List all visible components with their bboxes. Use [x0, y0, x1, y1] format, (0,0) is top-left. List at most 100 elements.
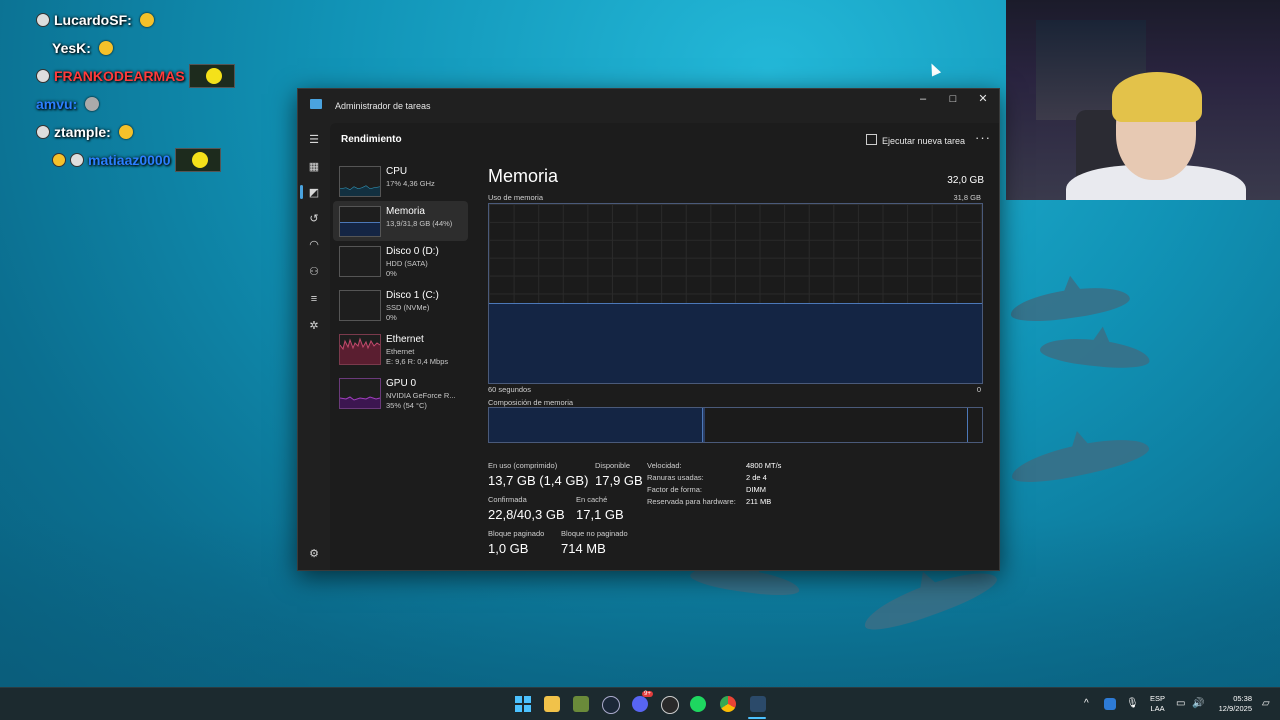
spec-hw-reserved-label: Reservada para hardware: [647, 497, 736, 506]
active-app-indicator [748, 717, 766, 719]
composition-in-use [489, 408, 703, 442]
maximize-button[interactable]: □ [938, 89, 968, 109]
chrome-icon[interactable] [720, 696, 736, 712]
discord-badge: 9+ [642, 691, 653, 697]
perf-item-disk0[interactable]: Disco 0 (D:) HDD (SATA) 0% [333, 241, 468, 281]
perf-item-detail: NVIDIA GeForce R... 35% (54 °C) [386, 391, 456, 410]
memory-usage-graph [488, 203, 983, 384]
memory-composition-bar [488, 407, 983, 443]
memory-total: 32,0 GB [947, 175, 984, 186]
cpu-thumbnail-graph [339, 166, 381, 197]
disk0-thumbnail-graph [339, 246, 381, 277]
emote-icon [98, 41, 113, 55]
user-badge-icon [36, 42, 48, 54]
microphone-icon[interactable]: 🎙 [1126, 688, 1139, 720]
perf-item-detail: 13,9/31,8 GB (44%) [386, 219, 453, 228]
perf-item-gpu[interactable]: GPU 0 NVIDIA GeForce R... 35% (54 °C) [333, 373, 468, 413]
graph-time-label: 60 segundos [488, 385, 531, 394]
run-new-task-button[interactable]: Ejecutar nueva tarea [866, 134, 965, 146]
perf-item-ethernet[interactable]: Ethernet Ethernet E: 9,6 R: 0,4 Mbps [333, 329, 468, 369]
graph-time-end: 0 [976, 385, 981, 394]
chat-message: ztample: [36, 118, 235, 146]
language-indicator[interactable]: ESP LAA [1150, 694, 1165, 714]
user-badge-icon [70, 153, 84, 167]
emote-icon [118, 125, 133, 139]
close-button[interactable]: ✕ [968, 89, 998, 109]
run-new-task-label: Ejecutar nueva tarea [882, 136, 966, 146]
gpu-thumbnail-graph [339, 378, 381, 409]
perf-item-name: Disco 0 (D:) [386, 246, 439, 257]
stat-committed: Confirmada 22,8/40,3 GB [488, 495, 565, 522]
perf-item-disk1[interactable]: Disco 1 (C:) SSD (NVMe) 0% [333, 285, 468, 325]
perf-item-cpu[interactable]: CPU 17% 4,36 GHz [333, 161, 468, 201]
chat-username: amvu: [36, 96, 78, 112]
file-explorer-icon[interactable] [544, 696, 560, 712]
startup-icon[interactable]: ◠ [306, 237, 322, 253]
more-options-button[interactable]: ··· [975, 130, 991, 145]
network-icon[interactable]: ▭ [1176, 688, 1185, 720]
perf-item-detail: 17% 4,36 GHz [386, 179, 435, 188]
composition-modified [703, 408, 705, 442]
menu-icon[interactable]: ☰ [306, 132, 322, 148]
user-badge-icon [52, 153, 66, 167]
chat-username: FRANKODEARMAS [54, 68, 185, 84]
chat-message: YesK: [36, 34, 235, 62]
settings-icon[interactable]: ⚙ [306, 546, 322, 562]
emote-icon [139, 13, 154, 27]
run-task-icon [866, 134, 877, 145]
windows-start-icon[interactable] [515, 696, 531, 712]
details-icon[interactable]: ≡ [306, 291, 322, 307]
discord-icon[interactable]: 9+ [632, 691, 653, 712]
minimize-button[interactable]: – [908, 89, 938, 109]
webcam-overlay [1006, 0, 1280, 200]
perf-item-detail: HDD (SATA) 0% [386, 259, 428, 278]
task-manager-app-icon [310, 99, 322, 109]
perf-item-name: CPU [386, 166, 408, 177]
obs-icon[interactable] [661, 696, 679, 714]
chat-message: matiaaz0000 [36, 146, 235, 174]
perf-item-memory[interactable]: Memoria 13,9/31,8 GB (44%) [333, 201, 468, 241]
spec-speed-label: Velocidad: [647, 461, 682, 470]
chat-message: amvu: [36, 90, 235, 118]
performance-icon[interactable]: ◩ [306, 185, 322, 201]
window-title: Administrador de tareas [335, 101, 431, 111]
steam-icon[interactable] [602, 696, 620, 714]
ethernet-thumbnail-graph [339, 334, 381, 365]
stat-cached: En caché 17,1 GB [576, 495, 624, 522]
chat-username: ztample: [54, 124, 111, 140]
perf-item-detail: SSD (NVMe) 0% [386, 303, 430, 322]
history-icon[interactable]: ↺ [306, 211, 322, 227]
spec-form-factor-label: Factor de forma: [647, 485, 703, 494]
stat-in-use: En uso (comprimido) 13,7 GB (1,4 GB) [488, 461, 589, 488]
title-bar[interactable]: Administrador de tareas – □ ✕ [298, 89, 999, 123]
perf-item-name: GPU 0 [386, 378, 417, 389]
users-icon[interactable]: ⚇ [306, 264, 322, 280]
clock[interactable]: 05:38 12/9/2025 [1214, 694, 1252, 714]
spec-form-factor-value: DIMM [746, 485, 766, 494]
memory-composition-label: Composición de memoria [488, 398, 574, 407]
task-manager-icon[interactable] [750, 696, 766, 712]
spec-hw-reserved-value: 211 MB [746, 497, 772, 506]
minecraft-icon[interactable] [573, 696, 589, 712]
memory-usage-max: 31,8 GB [953, 193, 981, 202]
mouse-cursor-icon [926, 61, 942, 77]
spec-slots-label: Ranuras usadas: [647, 473, 704, 482]
emote-icon [85, 97, 100, 111]
volume-icon[interactable]: 🔊 [1192, 688, 1204, 720]
disk1-thumbnail-graph [339, 290, 381, 321]
chat-username: YesK: [52, 40, 91, 56]
security-icon[interactable] [1104, 698, 1116, 710]
user-badge-icon [36, 125, 50, 139]
notifications-icon[interactable]: ▱ [1262, 688, 1270, 720]
chat-username: matiaaz0000 [88, 152, 171, 168]
services-icon[interactable]: ✲ [306, 318, 322, 334]
processes-icon[interactable]: ▦ [306, 159, 322, 175]
perf-item-name: Disco 1 (C:) [386, 290, 439, 301]
stat-paged-pool: Bloque paginado 1,0 GB [488, 529, 545, 556]
spotify-icon[interactable] [690, 696, 706, 712]
content-pane: Rendimiento Ejecutar nueva tarea ··· CPU… [330, 123, 999, 570]
tray-overflow-button[interactable]: ^ [1084, 688, 1089, 720]
emote-icon [188, 64, 235, 88]
perf-item-name: Ethernet [386, 334, 424, 345]
page-title: Rendimiento [341, 134, 402, 145]
